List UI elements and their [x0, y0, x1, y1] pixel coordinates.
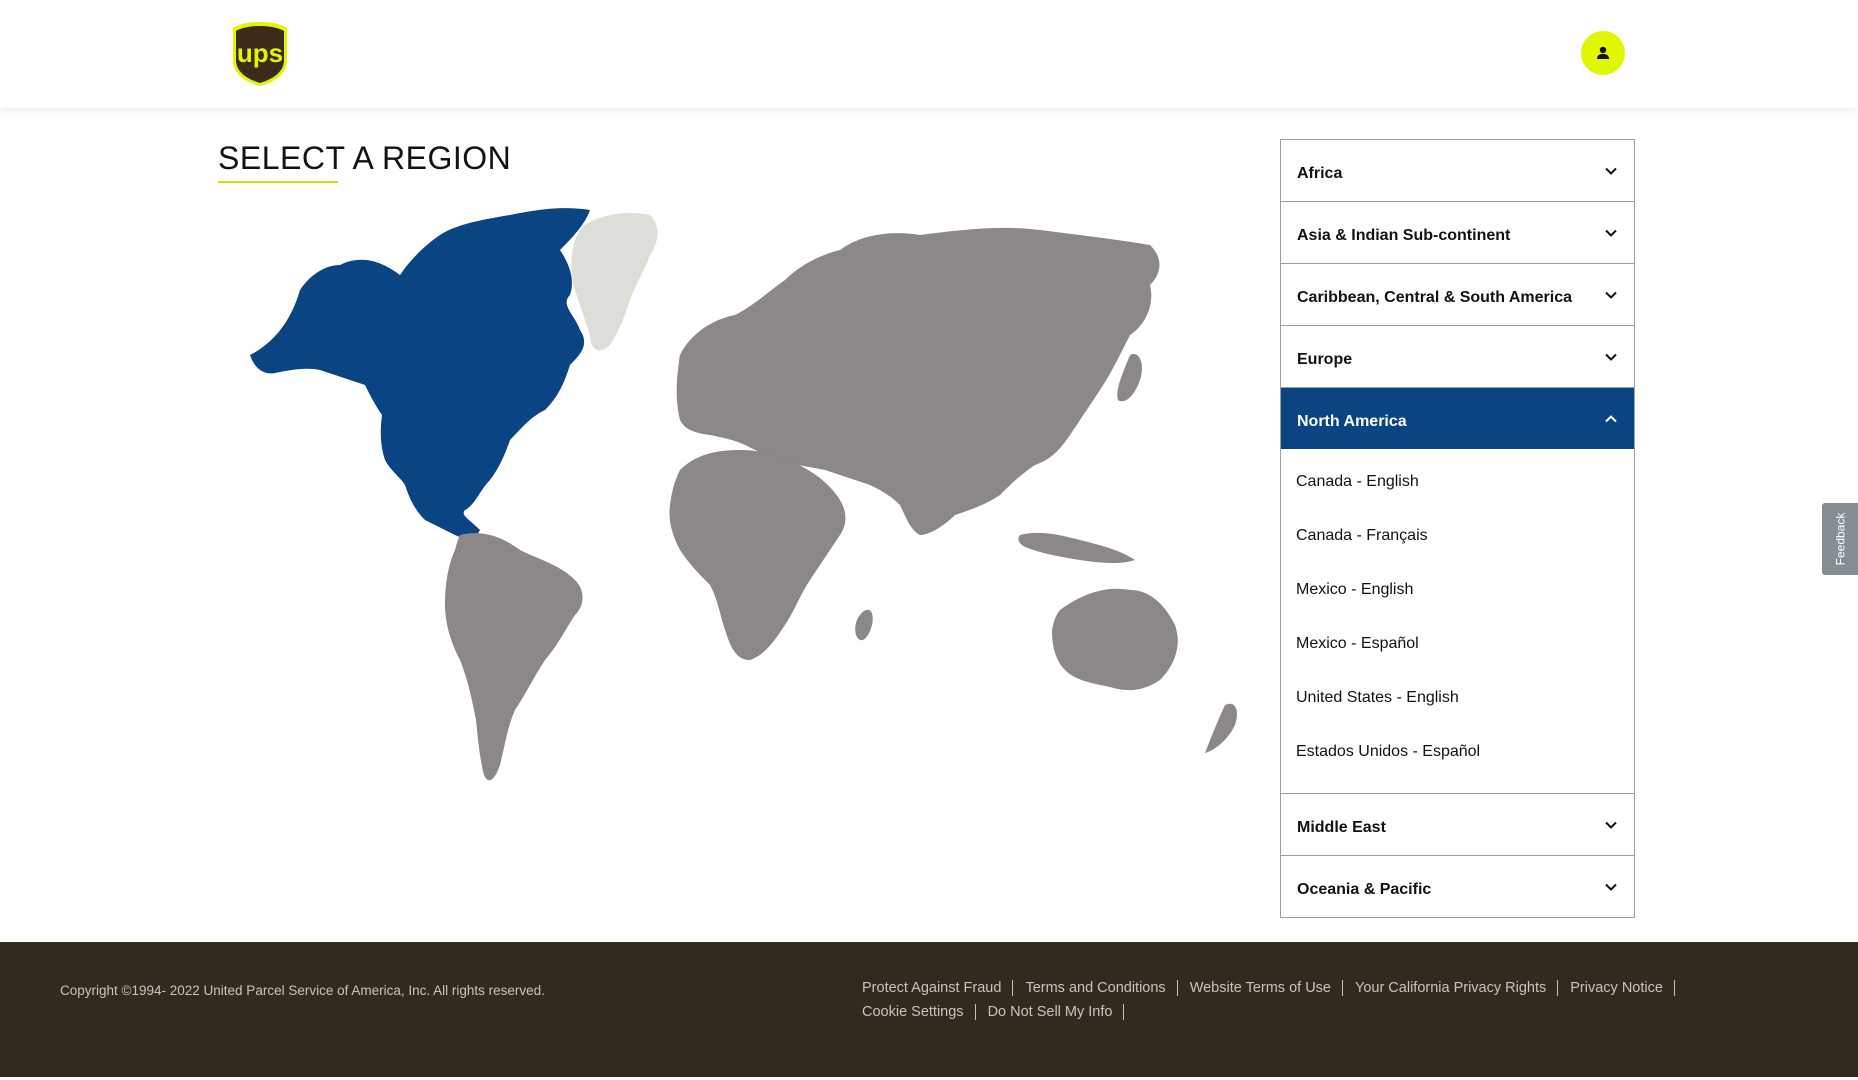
north-america-links: Canada - English Canada - Français Mexic…	[1281, 449, 1634, 793]
footer-link-do-not-sell[interactable]: Do Not Sell My Info	[988, 1004, 1125, 1020]
region-item-north-america: North America Canada - English Canada - …	[1281, 388, 1634, 794]
chevron-down-icon	[1604, 350, 1618, 364]
logo-text: ups	[237, 38, 283, 68]
map-region-greenland	[571, 213, 658, 351]
chevron-down-icon	[1604, 164, 1618, 178]
locale-link-us-espanol[interactable]: Estados Unidos - Español	[1281, 725, 1634, 779]
chevron-down-icon	[1604, 818, 1618, 832]
locale-link-canada-francais[interactable]: Canada - Français	[1281, 509, 1634, 563]
feedback-tab[interactable]: Feedback	[1822, 503, 1858, 575]
site-header: ups	[0, 0, 1858, 108]
region-header-middle-east[interactable]: Middle East	[1281, 794, 1634, 855]
region-header-oceania[interactable]: Oceania & Pacific	[1281, 856, 1634, 917]
locale-link-us-english[interactable]: United States - English	[1281, 671, 1634, 725]
region-label: Europe	[1297, 350, 1353, 368]
map-region-southeast-asia	[1018, 532, 1135, 564]
title-underline	[218, 181, 338, 183]
region-item-africa: Africa	[1281, 140, 1634, 202]
copyright-text: Copyright ©1994- 2022 United Parcel Serv…	[60, 983, 545, 998]
feedback-label: Feedback	[1833, 512, 1848, 566]
ups-logo[interactable]: ups	[231, 20, 289, 88]
locale-link-mexico-english[interactable]: Mexico - English	[1281, 563, 1634, 617]
locale-link-canada-english[interactable]: Canada - English	[1281, 455, 1634, 509]
world-map	[250, 208, 1237, 781]
user-icon	[1597, 46, 1609, 59]
map-region-north-america[interactable]	[250, 208, 590, 539]
region-header-europe[interactable]: Europe	[1281, 326, 1634, 387]
region-header-caribbean[interactable]: Caribbean, Central & South America	[1281, 264, 1634, 325]
map-region-new-zealand	[1205, 703, 1237, 753]
region-label: Oceania & Pacific	[1297, 880, 1432, 898]
footer-link-california-privacy[interactable]: Your California Privacy Rights	[1355, 980, 1559, 996]
region-label: North America	[1297, 412, 1407, 430]
region-item-middle-east: Middle East	[1281, 794, 1634, 856]
region-label: Asia & Indian Sub-continent	[1297, 226, 1511, 244]
profile-button[interactable]	[1581, 31, 1625, 75]
region-header-asia[interactable]: Asia & Indian Sub-continent	[1281, 202, 1634, 263]
footer-link-terms-and-conditions[interactable]: Terms and Conditions	[1025, 980, 1178, 996]
region-label: Middle East	[1297, 818, 1386, 836]
chevron-down-icon	[1604, 880, 1618, 894]
region-accordion: Africa Asia & Indian Sub-continent Carib…	[1280, 139, 1635, 918]
region-item-europe: Europe	[1281, 326, 1634, 388]
chevron-down-icon	[1604, 226, 1618, 240]
region-item-oceania: Oceania & Pacific	[1281, 856, 1634, 917]
footer-link-privacy-notice[interactable]: Privacy Notice	[1570, 980, 1675, 996]
map-region-madagascar	[855, 609, 873, 641]
region-label: Caribbean, Central & South America	[1297, 288, 1573, 306]
map-region-japan	[1117, 354, 1142, 402]
footer-links: Protect Against Fraud Terms and Conditio…	[862, 980, 1792, 1020]
chevron-up-icon	[1604, 412, 1618, 426]
map-region-australia[interactable]	[1052, 588, 1178, 691]
region-header-north-america[interactable]: North America	[1281, 388, 1634, 449]
map-region-africa[interactable]	[669, 450, 846, 660]
chevron-down-icon	[1604, 288, 1618, 302]
footer-link-website-terms[interactable]: Website Terms of Use	[1190, 980, 1343, 996]
locale-link-mexico-espanol[interactable]: Mexico - Español	[1281, 617, 1634, 671]
region-label: Africa	[1297, 164, 1343, 182]
region-item-asia: Asia & Indian Sub-continent	[1281, 202, 1634, 264]
footer-link-protect-against-fraud[interactable]: Protect Against Fraud	[862, 980, 1014, 996]
region-item-caribbean: Caribbean, Central & South America	[1281, 264, 1634, 326]
page-title: SELECT A REGION	[218, 140, 512, 176]
map-region-south-america[interactable]	[445, 533, 583, 781]
footer-link-cookie-settings[interactable]: Cookie Settings	[862, 1004, 976, 1020]
region-header-africa[interactable]: Africa	[1281, 140, 1634, 201]
